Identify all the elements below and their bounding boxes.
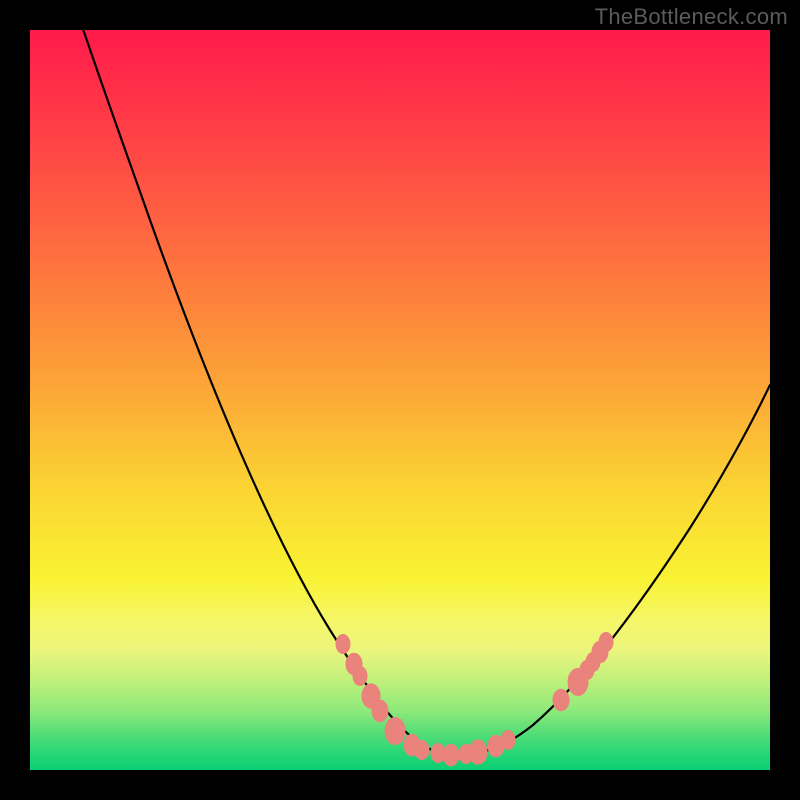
watermark-text: TheBottleneck.com bbox=[595, 4, 788, 30]
curve-marker bbox=[599, 633, 613, 652]
curve-marker bbox=[553, 689, 569, 711]
chart-frame: TheBottleneck.com bbox=[0, 0, 800, 800]
plot-area bbox=[30, 30, 770, 770]
curve-marker bbox=[372, 700, 388, 722]
curve-marker bbox=[501, 731, 515, 750]
gradient-background bbox=[30, 30, 770, 770]
curve-marker bbox=[385, 718, 405, 745]
curve-marker bbox=[415, 741, 429, 760]
curve-marker bbox=[336, 635, 350, 654]
chart-svg bbox=[30, 30, 770, 770]
curve-marker bbox=[469, 740, 487, 764]
curve-marker bbox=[443, 744, 459, 766]
curve-marker bbox=[353, 667, 367, 686]
